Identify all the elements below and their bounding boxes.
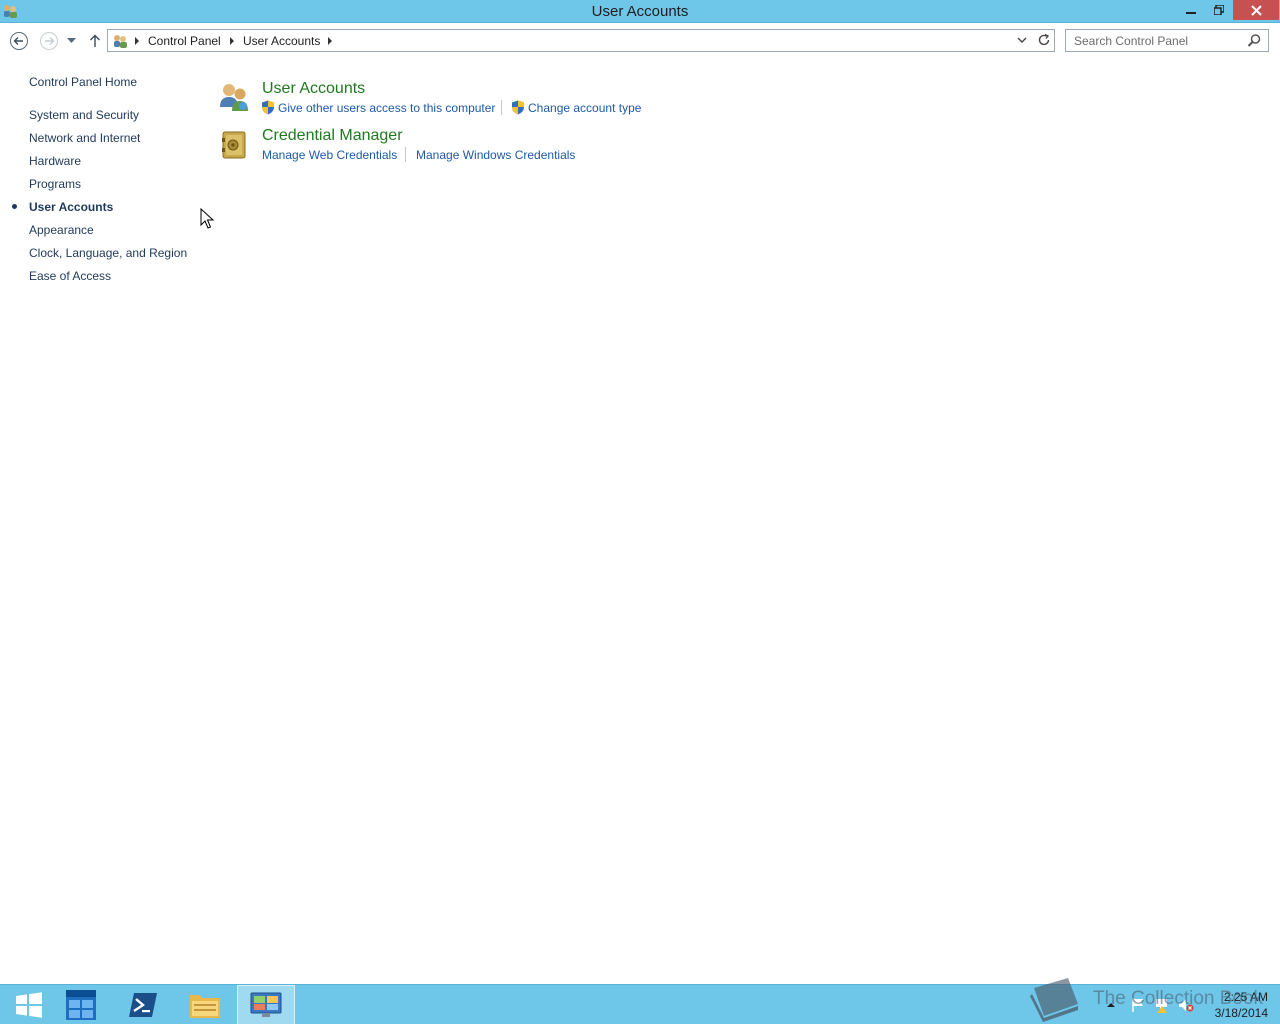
- forward-arrow-icon: [40, 32, 58, 50]
- sidebar-item-control-panel-home[interactable]: Control Panel Home: [29, 75, 137, 89]
- taskbar-control-panel[interactable]: [237, 985, 295, 1025]
- close-icon: [1250, 4, 1262, 16]
- powershell-icon: [129, 993, 157, 1017]
- manage-web-credentials-link[interactable]: Manage Web Credentials: [262, 148, 397, 162]
- back-arrow-icon: [10, 32, 28, 50]
- search-input[interactable]: [1066, 30, 1244, 51]
- address-dropdown-icon[interactable]: [1017, 35, 1027, 45]
- breadcrumb-separator-icon[interactable]: [328, 37, 332, 45]
- minimize-icon: [1185, 12, 1196, 14]
- taskbar-powershell[interactable]: [114, 985, 172, 1025]
- sidebar-item-hardware[interactable]: Hardware: [29, 154, 81, 168]
- server-manager-icon: [66, 990, 96, 1020]
- minimize-button[interactable]: [1177, 0, 1204, 20]
- control-panel-app-icon: [250, 992, 282, 1017]
- sidebar-item-appearance[interactable]: Appearance: [29, 223, 94, 237]
- window-title: User Accounts: [591, 3, 689, 20]
- task-divider: [405, 147, 406, 162]
- back-button[interactable]: [8, 30, 30, 52]
- sidebar-item-programs[interactable]: Programs: [29, 177, 81, 191]
- sidebar-item-user-accounts[interactable]: User Accounts: [29, 200, 113, 214]
- sidebar-item-ease-of-access[interactable]: Ease of Access: [29, 269, 111, 283]
- breadcrumb-separator-icon[interactable]: [135, 37, 139, 45]
- title-bar: User Accounts: [0, 0, 1280, 23]
- mouse-pointer-icon: [200, 208, 214, 229]
- change-account-type-link[interactable]: Change account type: [528, 101, 641, 115]
- active-bullet-icon: [12, 204, 17, 209]
- close-button[interactable]: [1233, 0, 1279, 20]
- up-arrow-icon: [90, 34, 100, 47]
- watermark-book-icon: [1030, 978, 1078, 1022]
- taskbar-file-explorer[interactable]: [176, 985, 234, 1025]
- taskbar: 2:25 AM 3/18/2014: [0, 984, 1280, 1025]
- manage-windows-credentials-link[interactable]: Manage Windows Credentials: [416, 148, 575, 162]
- breadcrumb-separator-icon[interactable]: [230, 37, 234, 45]
- taskbar-server-manager[interactable]: [52, 985, 110, 1025]
- up-button[interactable]: [84, 30, 106, 52]
- breadcrumb-user-accounts[interactable]: User Accounts: [243, 34, 320, 48]
- restore-button[interactable]: [1205, 0, 1232, 20]
- sidebar-item-network-and-internet[interactable]: Network and Internet: [29, 131, 140, 145]
- sidebar-item-system-and-security[interactable]: System and Security: [29, 108, 139, 122]
- users-icon[interactable]: [218, 81, 250, 113]
- control-panel-icon: [114, 35, 127, 48]
- uac-shield-icon: [512, 100, 524, 115]
- give-access-link[interactable]: Give other users access to this computer: [278, 101, 495, 115]
- recent-locations-button[interactable]: [62, 30, 80, 52]
- uac-shield-icon: [262, 100, 274, 115]
- address-bar[interactable]: Control Panel User Accounts: [107, 29, 1055, 52]
- start-button[interactable]: [0, 985, 58, 1025]
- sidebar-item-clock-language-region[interactable]: Clock, Language, and Region: [29, 246, 187, 260]
- watermark-text: The Collection Book: [1093, 988, 1264, 1009]
- task-divider: [501, 100, 502, 115]
- windows-logo-icon: [16, 992, 42, 1018]
- credential-manager-category-title[interactable]: Credential Manager: [262, 127, 403, 145]
- search-box: [1065, 29, 1269, 52]
- forward-button[interactable]: [38, 30, 60, 52]
- search-icon[interactable]: [1246, 33, 1262, 49]
- folder-icon: [190, 995, 220, 1018]
- vault-icon[interactable]: [218, 129, 250, 161]
- breadcrumb-control-panel[interactable]: Control Panel: [148, 34, 221, 48]
- chevron-down-icon: [66, 38, 76, 43]
- restore-icon: [1213, 5, 1224, 15]
- refresh-icon[interactable]: [1037, 33, 1051, 47]
- user-accounts-category-title[interactable]: User Accounts: [262, 80, 365, 98]
